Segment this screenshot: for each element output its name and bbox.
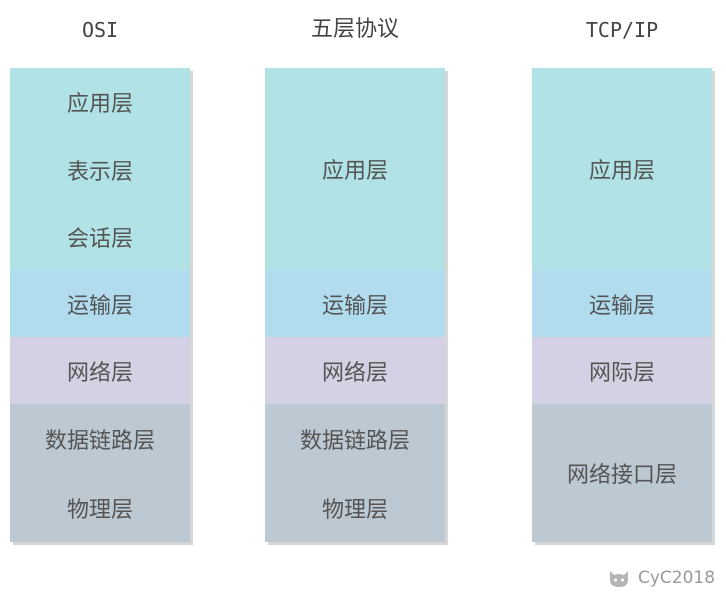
five-layer-transport: 运输层: [265, 270, 445, 337]
column-title-five-layer: 五层协议: [310, 17, 399, 42]
watermark: CyC2018: [606, 564, 715, 592]
five-layer-data-link: 数据链路层: [265, 404, 445, 473]
osi-stack: 应用层 表示层 会话层 运输层 网络层 数据链路层 物理层: [10, 68, 190, 542]
five-layer-application: 应用层: [265, 68, 445, 270]
osi-layer-data-link: 数据链路层: [10, 404, 190, 473]
osi-layer-network: 网络层: [10, 337, 190, 404]
five-layer-physical: 物理层: [265, 473, 445, 542]
github-cat-icon: [606, 565, 632, 591]
osi-layer-application: 应用层: [10, 68, 190, 135]
tcpip-stack: 应用层 运输层 网际层 网络接口层: [532, 68, 712, 542]
five-layer-network: 网络层: [265, 337, 445, 404]
tcpip-layer-transport: 运输层: [532, 270, 712, 337]
osi-layer-transport: 运输层: [10, 270, 190, 337]
tcpip-layer-network-interface: 网络接口层: [532, 404, 712, 542]
tcpip-layer-application: 应用层: [532, 68, 712, 270]
column-title-osi: OSI: [81, 18, 119, 42]
osi-layer-session: 会话层: [10, 204, 190, 270]
watermark-text: CyC2018: [638, 568, 716, 588]
osi-layer-presentation: 表示层: [10, 135, 190, 204]
five-layer-stack: 应用层 运输层 网络层 数据链路层 物理层: [265, 68, 445, 542]
osi-layer-physical: 物理层: [10, 473, 190, 542]
column-title-tcpip: TCP/IP: [585, 18, 659, 42]
tcpip-layer-internet: 网际层: [532, 337, 712, 404]
